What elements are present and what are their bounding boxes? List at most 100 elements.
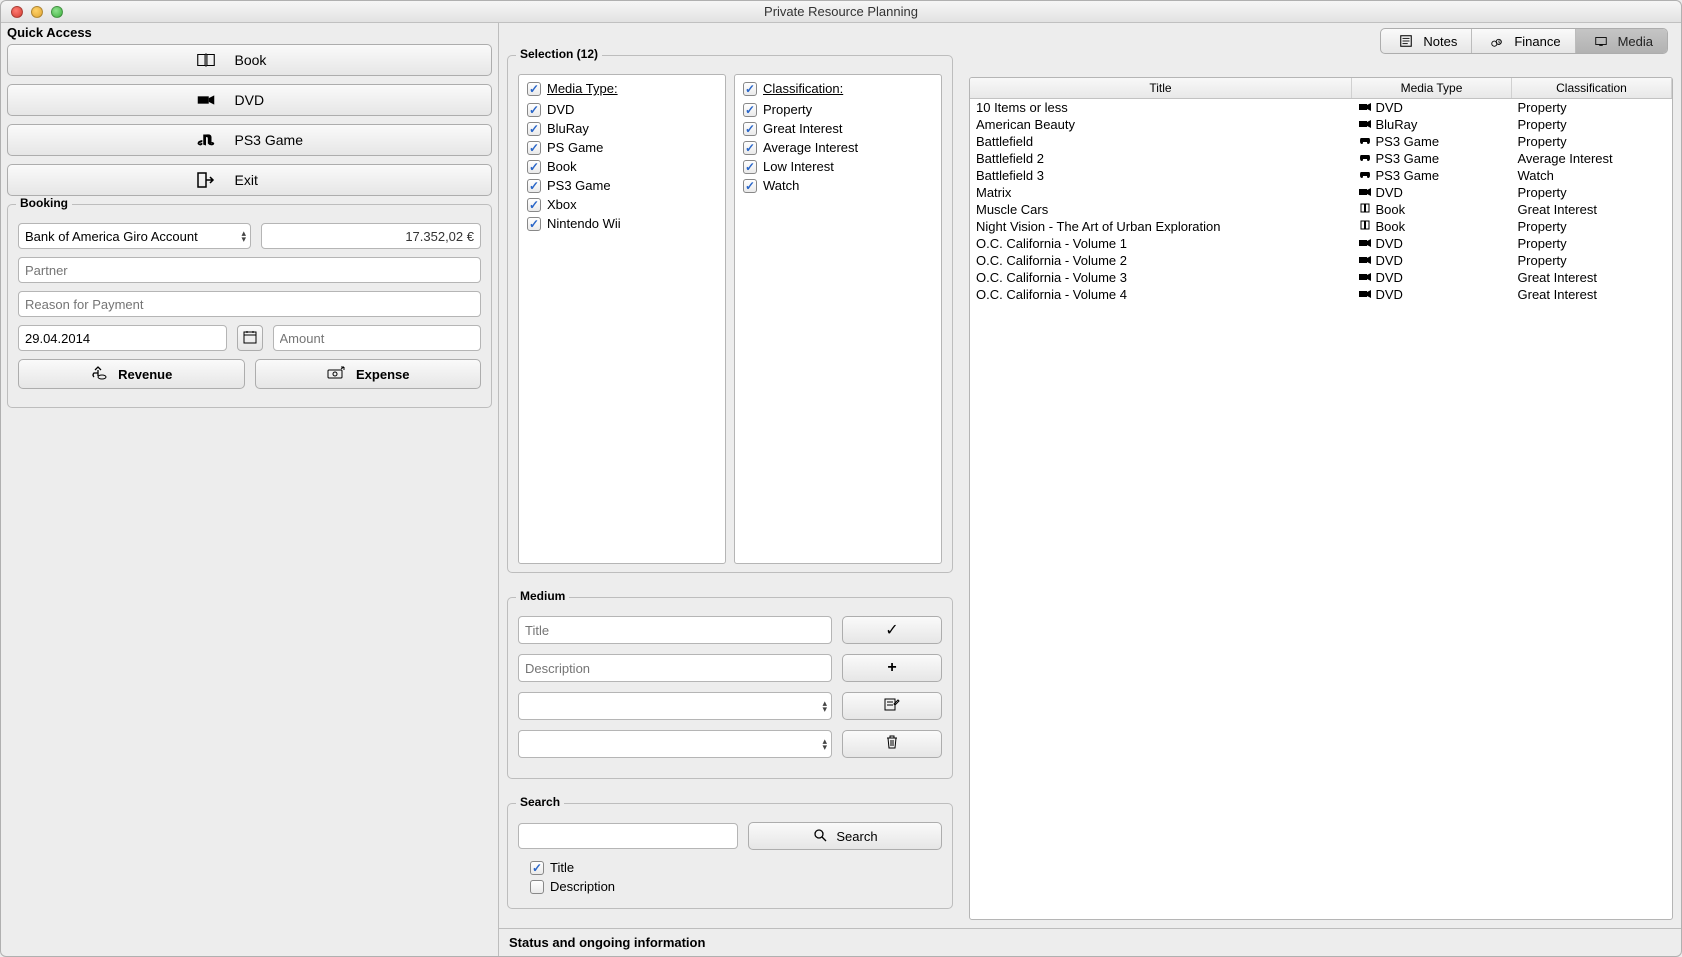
media-type-column: Media Type: DVDBluRayPS GameBookPS3 Game… [518,74,726,564]
media-type-item[interactable]: BluRay [527,121,717,136]
media-type-item[interactable]: Xbox [527,197,717,212]
col-title[interactable]: Title [970,78,1352,99]
classification-item[interactable]: Property [743,102,933,117]
checkbox[interactable] [743,179,757,193]
calendar-icon [242,329,258,348]
confirm-button[interactable]: ✓ [842,616,942,644]
medium-select-1[interactable]: ▴▾ [518,692,832,720]
titlebar: Private Resource Planning [1,1,1681,23]
quick-access-ps3-button[interactable]: PS3 Game [7,124,492,156]
tab-media[interactable]: Media [1575,29,1667,53]
checkbox[interactable] [743,122,757,136]
table-row[interactable]: 10 Items or lessDVDProperty [970,99,1672,117]
checkbox[interactable] [527,141,541,155]
table-row[interactable]: Night Vision - The Art of Urban Explorat… [970,218,1672,235]
mediatype-icon [1358,289,1372,302]
exit-icon [195,171,217,189]
cell-mediatype: Book [1352,201,1512,218]
quick-access-book-button[interactable]: Book [7,44,492,76]
media-type-item[interactable]: Book [527,159,717,174]
revenue-button[interactable]: Revenue [18,359,245,389]
search-description-checkbox[interactable] [530,880,544,894]
table-row[interactable]: American BeautyBluRayProperty [970,116,1672,133]
medium-description-input[interactable] [518,654,832,682]
table-row[interactable]: O.C. California - Volume 2DVDProperty [970,252,1672,269]
media-type-item-label: BluRay [547,121,589,136]
account-select[interactable]: Bank of America Giro Account ▴▾ [18,223,251,249]
col-mediatype[interactable]: Media Type [1352,78,1512,99]
cell-classification: Average Interest [1512,150,1672,167]
checkbox[interactable] [527,122,541,136]
search-title-checkbox[interactable] [530,861,544,875]
classification-item-label: Property [763,102,812,117]
mediatype-icon [1358,187,1372,200]
classification-item-label: Low Interest [763,159,834,174]
trash-icon [885,734,899,755]
classification-item[interactable]: Great Interest [743,121,933,136]
media-type-header-checkbox[interactable] [527,82,541,96]
delete-button[interactable] [842,730,942,758]
table-row[interactable]: BattlefieldPS3 GameProperty [970,133,1672,150]
media-type-item-label: Nintendo Wii [547,216,621,231]
add-button[interactable]: + [842,654,942,682]
search-input[interactable] [518,823,738,849]
media-type-item[interactable]: PS Game [527,140,717,155]
checkbox[interactable] [527,160,541,174]
cell-classification: Property [1512,218,1672,235]
search-button[interactable]: Search [748,822,942,850]
classification-item[interactable]: Low Interest [743,159,933,174]
camera-icon [195,91,217,109]
table-row[interactable]: Muscle CarsBookGreat Interest [970,201,1672,218]
checkbox[interactable] [527,179,541,193]
expense-label: Expense [356,367,409,382]
amount-input[interactable] [273,325,482,351]
media-type-item-label: Book [547,159,577,174]
media-type-item-label: PS3 Game [547,178,611,193]
classification-item[interactable]: Average Interest [743,140,933,155]
table-row[interactable]: O.C. California - Volume 3DVDGreat Inter… [970,269,1672,286]
table-row[interactable]: Battlefield 3PS3 GameWatch [970,167,1672,184]
tab-finance[interactable]: $ Finance [1471,29,1574,53]
quick-access-exit-button[interactable]: Exit [7,164,492,196]
reason-input[interactable] [18,291,481,317]
cell-title: O.C. California - Volume 2 [970,252,1352,269]
cell-classification: Property [1512,133,1672,150]
expense-button[interactable]: Expense [255,359,482,389]
search-icon [812,827,828,846]
checkbox[interactable] [527,217,541,231]
checkbox[interactable] [743,103,757,117]
mediatype-icon [1358,238,1372,251]
partner-input[interactable] [18,257,481,283]
tab-notes[interactable]: Notes [1381,29,1471,53]
notes-icon [1395,32,1417,50]
media-type-item[interactable]: DVD [527,102,717,117]
cell-classification: Watch [1512,167,1672,184]
media-type-item[interactable]: Nintendo Wii [527,216,717,231]
classification-header-checkbox[interactable] [743,82,757,96]
table-row[interactable]: O.C. California - Volume 1DVDProperty [970,235,1672,252]
table-row[interactable]: Battlefield 2PS3 GameAverage Interest [970,150,1672,167]
checkbox[interactable] [527,198,541,212]
checkbox[interactable] [527,103,541,117]
media-table: Title Media Type Classification 10 Items… [969,77,1673,920]
col-classification[interactable]: Classification [1512,78,1672,99]
edit-button[interactable] [842,692,942,720]
table-row[interactable]: MatrixDVDProperty [970,184,1672,201]
cell-classification: Property [1512,252,1672,269]
calendar-button[interactable] [237,325,263,351]
status-bar: Status and ongoing information [499,928,1681,956]
cell-title: Battlefield [970,133,1352,150]
cell-classification: Property [1512,99,1672,117]
date-input[interactable] [18,325,227,351]
mediatype-icon [1358,153,1372,166]
checkbox[interactable] [743,160,757,174]
medium-title-input[interactable] [518,616,832,644]
table-row[interactable]: O.C. California - Volume 4DVDGreat Inter… [970,286,1672,303]
classification-item[interactable]: Watch [743,178,933,193]
medium-select-2[interactable]: ▴▾ [518,730,832,758]
checkbox[interactable] [743,141,757,155]
search-fieldset: Search Search Title [507,803,953,909]
quick-access-dvd-button[interactable]: DVD [7,84,492,116]
media-type-item[interactable]: PS3 Game [527,178,717,193]
plus-icon: + [887,659,896,677]
